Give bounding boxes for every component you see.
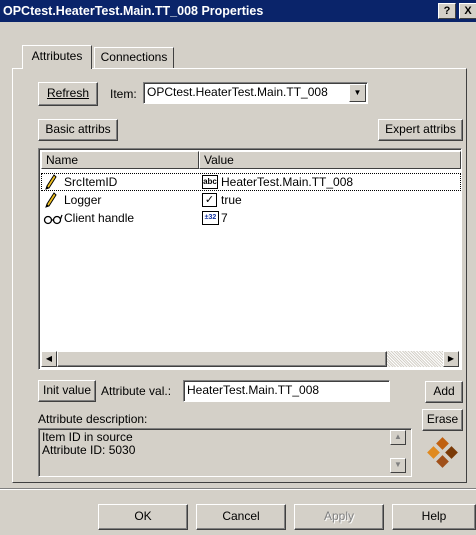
attribute-val-label: Attribute val.: [101, 384, 172, 398]
attribute-description-box: Item ID in source Attribute ID: 5030 ▲ ▼ [38, 428, 412, 477]
help-title-button[interactable]: ? [438, 3, 456, 19]
attribute-value-input[interactable]: HeaterTest.Main.TT_008 [183, 380, 390, 402]
cancel-label: Cancel [222, 509, 260, 523]
help-label: Help [421, 509, 447, 523]
item-label: Item: [110, 87, 137, 101]
description-line: Attribute ID: 5030 [42, 443, 136, 457]
column-header-name[interactable]: Name [41, 151, 199, 169]
expert-attribs-button[interactable]: Expert attribs [378, 119, 463, 141]
item-combo[interactable]: OPCtest.HeaterTest.Main.TT_008 [143, 82, 368, 104]
column-header-value[interactable]: Value [199, 151, 461, 169]
description-scroll-down[interactable]: ▼ [390, 458, 406, 473]
scroll-left-button[interactable]: ◀ [41, 351, 57, 367]
help-button[interactable]: Help [392, 504, 476, 530]
erase-label: Erase [426, 412, 459, 426]
tab-attributes-label: Attributes [31, 49, 83, 63]
attributes-list[interactable]: Name Value SrcItemID abc HeaterTest.Main… [38, 148, 462, 370]
list-row-name: Client handle [64, 211, 135, 225]
refresh-button[interactable]: Refresh [38, 82, 98, 106]
expert-attribs-label: Expert attribs [385, 122, 456, 136]
scroll-right-button[interactable]: ▶ [443, 351, 459, 367]
cancel-button[interactable]: Cancel [196, 504, 286, 530]
ok-label: OK [134, 509, 152, 523]
chevron-down-icon: ▼ [353, 88, 362, 97]
erase-button[interactable]: Erase [422, 409, 463, 431]
window-title: OPCtest.HeaterTest.Main.TT_008 Propertie… [3, 4, 264, 18]
apply-label: Apply [323, 509, 355, 523]
list-row[interactable]: SrcItemID abc HeaterTest.Main.TT_008 [41, 173, 461, 191]
apply-button[interactable]: Apply [294, 504, 384, 530]
basic-attribs-label: Basic attribs [45, 122, 111, 136]
close-title-button[interactable]: X [459, 3, 476, 19]
title-bar[interactable]: OPCtest.HeaterTest.Main.TT_008 Propertie… [0, 0, 476, 22]
list-row-value: 7 [221, 211, 228, 225]
string-type-icon: abc [202, 175, 218, 189]
list-row-value: true [221, 193, 242, 207]
attribute-description-label: Attribute description: [38, 412, 148, 426]
add-label: Add [433, 384, 455, 398]
glasses-icon [43, 212, 63, 230]
list-row-value: HeaterTest.Main.TT_008 [221, 175, 354, 189]
tab-attributes[interactable]: Attributes [22, 45, 92, 69]
description-scroll-up[interactable]: ▲ [390, 430, 406, 445]
ok-button[interactable]: OK [98, 504, 188, 530]
list-row-name: SrcItemID [64, 175, 118, 189]
tab-connections-label: Connections [100, 50, 168, 64]
init-value-button[interactable]: Init value [38, 380, 96, 402]
tab-connections[interactable]: Connections [94, 47, 174, 68]
item-combo-dropdown[interactable]: ▼ [349, 84, 366, 102]
list-row-name: Logger [64, 193, 102, 207]
init-value-label: Init value [42, 383, 92, 397]
horizontal-scrollbar-thumb[interactable] [57, 351, 387, 367]
refresh-label: Refresh [46, 86, 90, 100]
item-combo-value: OPCtest.HeaterTest.Main.TT_008 [147, 85, 328, 99]
diamond-logo-icon [425, 437, 459, 474]
footer-separator [0, 488, 476, 490]
basic-attribs-button[interactable]: Basic attribs [38, 119, 118, 141]
add-button[interactable]: Add [425, 381, 463, 403]
list-row[interactable]: Client handle ±32 7 [41, 209, 461, 227]
list-row[interactable]: Logger ✓ true [41, 191, 461, 209]
integer-type-icon: ±32 [202, 211, 219, 225]
checkbox-icon: ✓ [202, 193, 217, 207]
attribute-value-text: HeaterTest.Main.TT_008 [187, 383, 320, 397]
